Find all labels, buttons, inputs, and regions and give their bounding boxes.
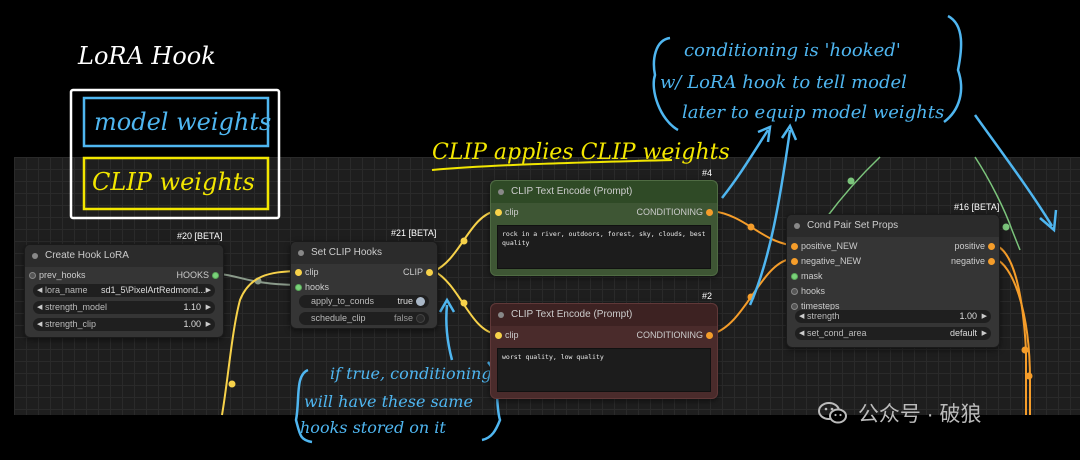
conditioning-note-line-1: conditioning is 'hooked' [684,40,901,61]
lora-name-label: lora_name [45,285,88,295]
positive-new-input-socket[interactable] [791,243,798,250]
cond-pair-badge: #16 [BETA] [954,202,1000,212]
negative-output-socket[interactable] [988,258,995,265]
arrow-left-icon[interactable]: ◀ [799,327,804,340]
positive-new-input-label: positive_NEW [801,241,858,251]
set-clip-hooks-badge: #21 [BETA] [391,228,437,238]
arrow-left-icon[interactable]: ◀ [37,284,42,297]
arrow-right-icon[interactable]: ▶ [982,310,987,323]
strength-clip-widget[interactable]: ◀ strength_clip 1.00 ▶ [33,318,215,331]
conditioning-output-label: CONDITIONING [636,330,704,340]
watermark: 公众号 · 破狼 [818,398,982,428]
timesteps-input-socket[interactable] [791,303,798,310]
arrow-right-icon[interactable]: ▶ [206,318,211,331]
negative-prompt-textarea[interactable]: worst quality, low quality [497,348,711,392]
strength-model-value: 1.10 [183,302,201,312]
hooks-input-label: hooks [801,286,826,296]
arrow-left-icon[interactable]: ◀ [799,310,804,323]
set-cond-area-label: set_cond_area [807,328,867,338]
negative-new-input-socket[interactable] [791,258,798,265]
arrow-right-icon[interactable]: ▶ [982,327,987,340]
negative-new-input-label: negative_NEW [801,256,862,266]
schedule-clip-value: false [393,313,413,323]
clip-output-label: CLIP [402,267,423,277]
iftrue-note-line-2: will have these same [304,392,473,411]
clip-input-socket[interactable] [495,209,502,216]
mask-input-socket[interactable] [791,273,798,280]
positive-output-socket[interactable] [988,243,995,250]
clip-input-label: clip [505,207,519,217]
set-cond-area-select[interactable]: ◀ set_cond_area default ▶ [795,327,991,340]
conditioning-output-socket[interactable] [706,332,713,339]
clip-input-label: clip [305,267,319,277]
create-hook-lora-badge: #20 [BETA] [177,231,223,241]
clip-encode-pos-badge: #4 [702,168,713,178]
conditioning-output-label: CONDITIONING [636,207,704,217]
cond-pair-title[interactable]: Cond Pair Set Props [787,215,999,237]
hooks-input-socket[interactable] [791,288,798,295]
apply-to-conds-value: true [397,296,413,306]
strength-value: 1.00 [959,311,977,321]
strength-clip-value: 1.00 [183,319,201,329]
strength-label: strength [807,311,840,321]
hooks-output-label: HOOKS [176,270,209,280]
positive-output-label: positive [954,241,985,251]
arrow-left-icon[interactable]: ◀ [37,301,42,314]
create-hook-lora-node[interactable]: Create Hook LoRA prev_hooks HOOKS ◀ lora… [24,244,224,338]
prev-hooks-input-label: prev_hooks [39,270,86,280]
positive-prompt-textarea[interactable]: rock in a river, outdoors, forest, sky, … [497,225,711,269]
clip-weights-label: CLIP weights [92,168,255,196]
clip-applies-label: CLIP applies CLIP weights [432,140,730,165]
schedule-clip-toggle[interactable]: schedule_clip false [299,312,429,325]
watermark-text: 公众号 · 破狼 [857,403,982,426]
clip-text-encode-negative-node[interactable]: CLIP Text Encode (Prompt) clip CONDITION… [490,303,718,399]
conditioning-note-line-2: w/ LoRA hook to tell model [660,72,907,93]
clip-encode-neg-badge: #2 [702,291,713,301]
negative-output-label: negative [950,256,985,266]
prev-hooks-input-socket[interactable] [29,272,36,279]
apply-to-conds-toggle[interactable]: apply_to_conds true [299,295,429,308]
clip-input-socket[interactable] [295,269,302,276]
lora-hook-title: LoRA Hook [78,42,216,70]
hooks-input-label: hooks [305,282,330,292]
strength-model-label: strength_model [45,302,108,312]
mask-input-label: mask [801,271,823,281]
strength-model-widget[interactable]: ◀ strength_model 1.10 ▶ [33,301,215,314]
arrow-right-icon[interactable]: ▶ [206,284,211,297]
hooks-output-socket[interactable] [212,272,219,279]
create-hook-lora-title[interactable]: Create Hook LoRA [25,245,223,267]
wechat-icon [818,401,848,425]
apply-to-conds-label: apply_to_conds [311,296,375,306]
iftrue-note-line-1: if true, conditioning [330,364,492,383]
toggle-on-icon[interactable] [416,297,425,306]
set-cond-area-value: default [949,328,977,338]
set-clip-hooks-title[interactable]: Set CLIP Hooks [291,242,437,264]
clip-encode-neg-title[interactable]: CLIP Text Encode (Prompt) [491,304,717,326]
conditioning-output-socket[interactable] [706,209,713,216]
lora-name-value: sd1_5\PixelArtRedmond... [101,285,206,295]
set-clip-hooks-node[interactable]: Set CLIP Hooks clip CLIP hooks apply_to_… [290,241,438,329]
cond-pair-set-props-node[interactable]: Cond Pair Set Props positive_NEW positiv… [786,214,1000,348]
toggle-off-icon[interactable] [416,314,425,323]
hooks-input-socket[interactable] [295,284,302,291]
model-weights-label: model weights [94,108,272,136]
clip-text-encode-positive-node[interactable]: CLIP Text Encode (Prompt) clip CONDITION… [490,180,718,276]
iftrue-note-line-3: hooks stored on it [300,418,446,437]
arrow-left-icon[interactable]: ◀ [37,318,42,331]
lora-name-widget[interactable]: ◀ lora_name sd1_5\PixelArtRedmond... ▶ [33,284,215,297]
schedule-clip-label: schedule_clip [311,313,366,323]
clip-input-socket[interactable] [495,332,502,339]
strength-widget[interactable]: ◀ strength 1.00 ▶ [795,310,991,323]
clip-input-label: clip [505,330,519,340]
clip-output-socket[interactable] [426,269,433,276]
arrow-right-icon[interactable]: ▶ [206,301,211,314]
strength-clip-label: strength_clip [45,319,97,329]
conditioning-note-line-3: later to equip model weights [682,102,945,123]
clip-encode-pos-title[interactable]: CLIP Text Encode (Prompt) [491,181,717,203]
